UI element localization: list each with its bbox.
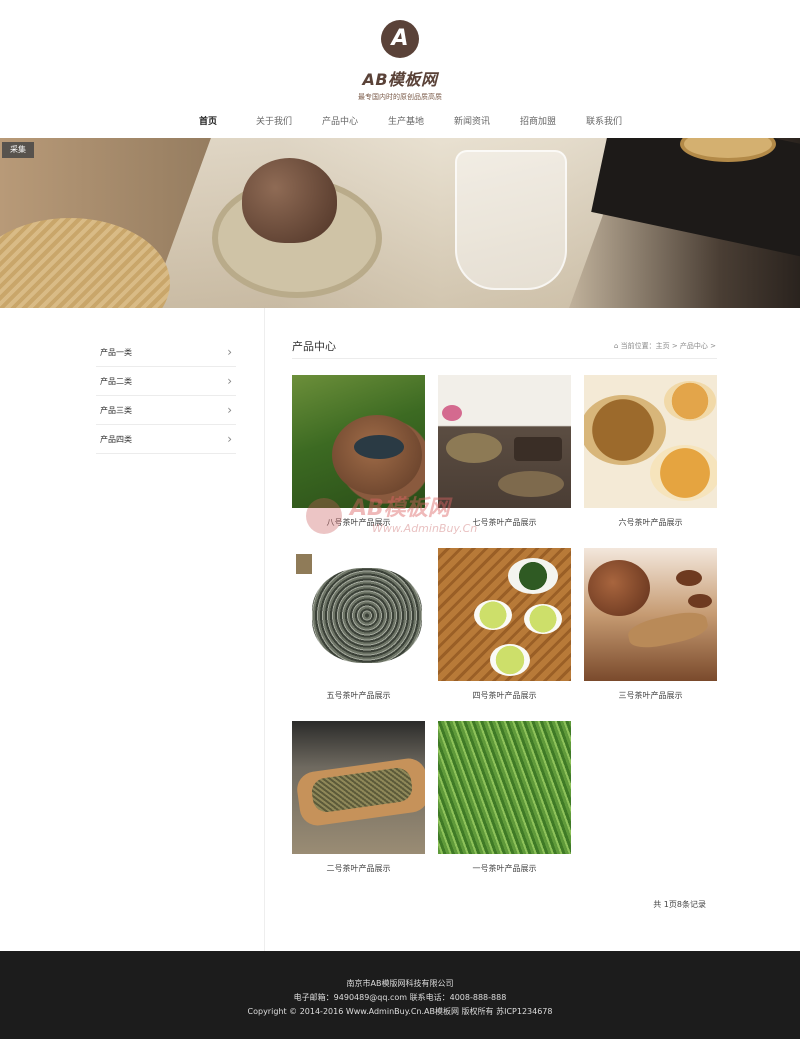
nav-item-products[interactable]: 产品中心 [307, 114, 373, 134]
home-icon: ⌂ [613, 342, 619, 350]
title-divider [292, 358, 717, 359]
nav-item-contact[interactable]: 联系我们 [571, 114, 637, 134]
sidebar-item-category-4[interactable]: 产品四类 › [96, 425, 236, 454]
site-logo[interactable]: A AB模板网 最专国内时的原创品质高质 [340, 20, 460, 101]
nav-item-production-base[interactable]: 生产基地 [373, 114, 439, 134]
product-card[interactable]: 八号茶叶产品展示 [292, 375, 425, 528]
teapot-image [242, 158, 337, 243]
footer-company: 南京市AB模版网科技有限公司 [346, 979, 454, 988]
chevron-right-icon: › [227, 432, 232, 446]
product-image[interactable] [438, 375, 571, 508]
sidebar-item-label: 产品四类 [100, 435, 132, 444]
hero-banner: 采集 [0, 138, 800, 308]
chevron-right-icon: › [227, 374, 232, 388]
product-image[interactable] [292, 548, 425, 681]
chevron-right-icon: › [227, 345, 232, 359]
nav-item-about[interactable]: 关于我们 [241, 114, 307, 134]
product-image[interactable] [438, 721, 571, 854]
sidebar-item-label: 产品三类 [100, 406, 132, 415]
collect-tag[interactable]: 采集 [2, 142, 34, 158]
nav-item-franchise[interactable]: 招商加盟 [505, 114, 571, 134]
product-card[interactable]: 五号茶叶产品展示 [292, 548, 425, 701]
glass-cup-image [455, 150, 567, 290]
site-footer: 南京市AB模版网科技有限公司 电子邮箱：9490489@qq.com 联系电话：… [0, 951, 800, 1039]
product-card[interactable]: 一号茶叶产品展示 [438, 721, 571, 874]
nav-item-news[interactable]: 新闻资讯 [439, 114, 505, 134]
sidebar-item-category-2[interactable]: 产品二类 › [96, 367, 236, 396]
main-nav: 首页 关于我们 产品中心 生产基地 新闻资讯 招商加盟 联系我们 [175, 114, 637, 134]
column-divider [264, 308, 265, 951]
product-image[interactable] [584, 548, 717, 681]
site-header: A AB模板网 最专国内时的原创品质高质 首页 关于我们 产品中心 生产基地 新… [0, 0, 800, 138]
sidebar-item-category-1[interactable]: 产品一类 › [96, 338, 236, 367]
product-caption[interactable]: 四号茶叶产品展示 [438, 690, 571, 701]
product-caption[interactable]: 八号茶叶产品展示 [292, 517, 425, 528]
product-caption[interactable]: 一号茶叶产品展示 [438, 863, 571, 874]
breadcrumb-text[interactable]: 当前位置：主页 > 产品中心 > [621, 342, 716, 350]
footer-copyright: Copyright © 2014-2016 Www.AdminBuy.Cn.AB… [247, 1007, 553, 1016]
sidebar-item-label: 产品二类 [100, 377, 132, 386]
product-caption[interactable]: 二号茶叶产品展示 [292, 863, 425, 874]
product-card[interactable]: 六号茶叶产品展示 [584, 375, 717, 528]
chevron-right-icon: › [227, 403, 232, 417]
product-card[interactable]: 四号茶叶产品展示 [438, 548, 571, 701]
breadcrumb: ⌂ 当前位置：主页 > 产品中心 > [614, 341, 716, 351]
product-card[interactable]: 三号茶叶产品展示 [584, 548, 717, 701]
product-image[interactable] [584, 375, 717, 508]
page-title: 产品中心 [292, 340, 336, 353]
category-sidebar: 产品一类 › 产品二类 › 产品三类 › 产品四类 › [96, 338, 236, 454]
product-caption[interactable]: 六号茶叶产品展示 [584, 517, 717, 528]
straw-mat-image [0, 218, 170, 308]
pagination-info: 共 1页8条记录 [653, 900, 706, 909]
product-caption[interactable]: 五号茶叶产品展示 [292, 690, 425, 701]
product-caption[interactable]: 三号茶叶产品展示 [584, 690, 717, 701]
product-image[interactable] [292, 375, 425, 508]
product-image[interactable] [438, 548, 571, 681]
product-caption[interactable]: 七号茶叶产品展示 [438, 517, 571, 528]
sidebar-item-category-3[interactable]: 产品三类 › [96, 396, 236, 425]
logo-slogan: 最专国内时的原创品质高质 [358, 93, 442, 101]
nav-item-home[interactable]: 首页 [175, 114, 241, 134]
product-image[interactable] [292, 721, 425, 854]
footer-contact: 电子邮箱：9490489@qq.com 联系电话：4008-888-888 [293, 993, 507, 1002]
product-card[interactable]: 七号茶叶产品展示 [438, 375, 571, 528]
logo-name: AB模板网 [362, 70, 438, 89]
logo-mark: A [381, 20, 419, 58]
sidebar-item-label: 产品一类 [100, 348, 132, 357]
product-card[interactable]: 二号茶叶产品展示 [292, 721, 425, 874]
